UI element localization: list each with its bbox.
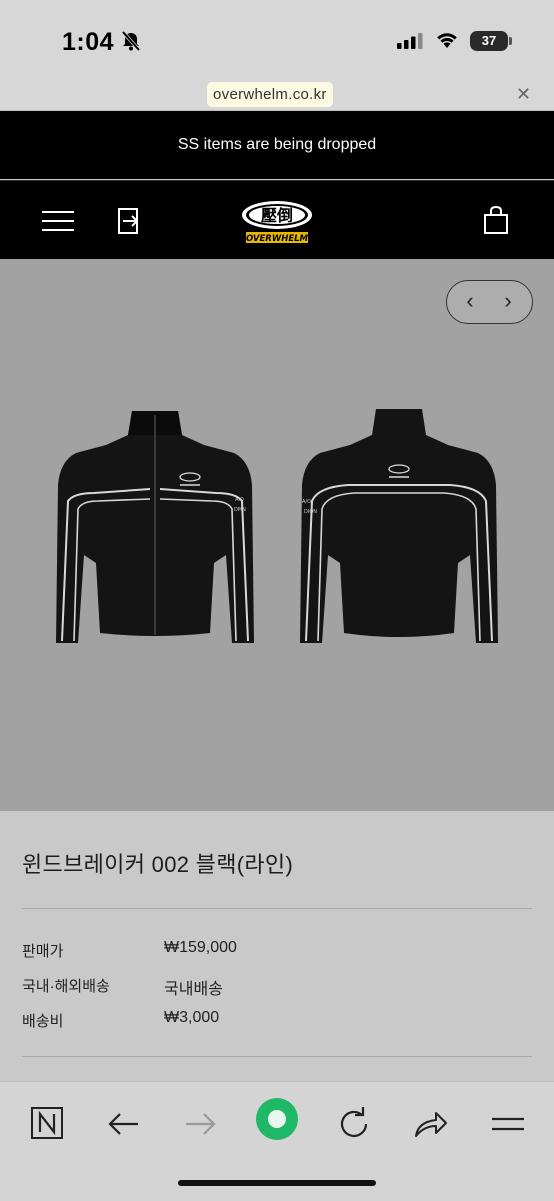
product-gallery[interactable]: ‹ › AIO DMN A/O DION (0, 259, 554, 811)
menu-icon[interactable] (486, 1102, 530, 1146)
back-arrow-icon[interactable] (102, 1102, 146, 1146)
cellular-signal-icon (397, 33, 423, 49)
status-bar: 1:04 37 (0, 0, 554, 82)
reload-icon[interactable] (332, 1102, 376, 1146)
shipping-type-label: 국내·해외배송 (22, 978, 110, 995)
battery-icon: 37 (470, 31, 508, 51)
svg-text:AIO: AIO (235, 497, 244, 503)
home-circle-icon[interactable] (254, 1096, 300, 1142)
announcement-banner: SS items are being dropped (0, 111, 554, 179)
shipping-type-value: 국내배송 (164, 981, 223, 998)
login-icon[interactable] (117, 207, 141, 235)
svg-text:A/O: A/O (302, 499, 311, 505)
wifi-icon (437, 33, 457, 48)
home-indicator (178, 1180, 376, 1186)
shipping-fee-value: ₩3,000 (164, 1009, 220, 1026)
gallery-slider-control: ‹ › (446, 280, 533, 324)
site-navbar: 壓倒 OVERWHELM (0, 180, 554, 259)
browser-url-bar: overwhelm.co.kr ✕ (0, 82, 554, 111)
divider (22, 1056, 532, 1057)
shipping-fee-label: 배송비 (22, 1013, 64, 1030)
svg-text:OVERWHELM: OVERWHELM (246, 234, 309, 244)
price-label: 판매가 (22, 943, 64, 960)
svg-text:DION: DION (304, 509, 317, 515)
svg-text:壓倒: 壓倒 (261, 206, 293, 225)
svg-text:DMN: DMN (234, 507, 246, 513)
url-text[interactable]: overwhelm.co.kr (207, 82, 333, 107)
jacket-front-image: AIO DMN (56, 411, 254, 643)
price-value: ₩159,000 (164, 939, 237, 956)
product-title: 윈드브레이커 002 블랙(라인) (22, 852, 294, 877)
chevron-left-icon[interactable]: ‹ (459, 287, 481, 315)
close-icon[interactable]: ✕ (516, 84, 531, 105)
battery-nub (509, 37, 512, 45)
shopping-bag-icon[interactable] (483, 205, 509, 235)
jacket-back-image: A/O DION (300, 409, 498, 643)
status-time: 1:04 (62, 28, 115, 56)
bell-slash-icon (121, 30, 141, 52)
forward-arrow-icon[interactable] (178, 1102, 222, 1146)
share-icon[interactable] (408, 1102, 452, 1146)
chevron-right-icon[interactable]: › (497, 287, 519, 315)
divider (22, 908, 532, 909)
product-info: 윈드브레이커 002 블랙(라인) 판매가 ₩159,000 국내·해외배송 국… (0, 811, 554, 1081)
brand-logo[interactable]: 壓倒 OVERWHELM (240, 199, 314, 245)
hamburger-menu-icon[interactable] (42, 210, 74, 232)
notion-n-icon[interactable] (26, 1102, 70, 1146)
